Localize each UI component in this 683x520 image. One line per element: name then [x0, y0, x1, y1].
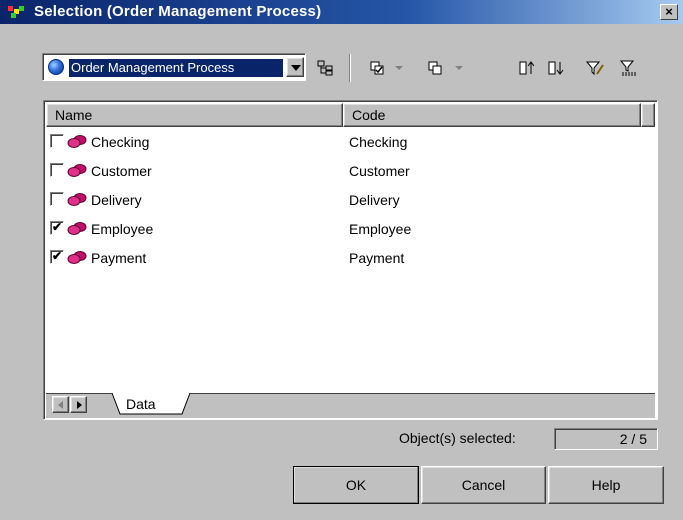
model-combo[interactable]: Order Management Process: [42, 53, 306, 81]
deselect-all-icon: [428, 61, 442, 75]
column-header-code[interactable]: Code: [343, 103, 641, 127]
arrow-left-icon: [58, 401, 63, 409]
list-item[interactable]: Customer Customer: [46, 157, 655, 186]
deselect-all-button[interactable]: [424, 58, 446, 78]
window-title: Selection (Order Management Process): [34, 3, 322, 20]
move-bottom-button[interactable]: [545, 58, 567, 78]
list-item[interactable]: ✔ Employee Employee: [46, 215, 655, 244]
arrow-right-icon: [77, 401, 82, 409]
checkmark-icon: ✔: [51, 220, 63, 234]
row-code: Checking: [349, 134, 408, 150]
row-name: Customer: [91, 163, 152, 179]
move-top-icon: [519, 61, 535, 75]
selected-count-value: 2 / 5: [554, 428, 658, 450]
select-all-icon: [370, 61, 384, 75]
row-checkbox[interactable]: [50, 134, 64, 148]
entity-icon: [67, 251, 87, 264]
row-checkbox[interactable]: [50, 163, 64, 177]
title-bar: Selection (Order Management Process) ×: [0, 0, 683, 24]
filter-clear-button[interactable]: [618, 58, 640, 78]
list-header: Name Code: [46, 103, 655, 127]
row-code: Employee: [349, 221, 412, 237]
chevron-down-icon[interactable]: [286, 57, 304, 77]
tab-scroll-right-button[interactable]: [70, 396, 87, 413]
row-name: Delivery: [91, 192, 142, 208]
column-header-filler: [641, 103, 655, 127]
chevron-down-icon[interactable]: [395, 66, 403, 70]
tab-data-label: Data: [126, 396, 156, 412]
close-button[interactable]: ×: [660, 4, 678, 20]
hierarchy-icon: [317, 60, 333, 76]
filter-clear-icon: [619, 60, 636, 76]
entity-icon: [67, 193, 87, 206]
select-all-button[interactable]: [366, 58, 388, 78]
move-top-button[interactable]: [516, 58, 538, 78]
app-icon: [8, 6, 24, 18]
list-rows: Checking Checking Customer Customer Deli…: [46, 128, 655, 273]
help-button[interactable]: Help: [548, 466, 664, 504]
filter-edit-button[interactable]: [584, 58, 606, 78]
filter-edit-icon: [585, 61, 604, 76]
row-code: Payment: [349, 250, 405, 266]
cancel-button[interactable]: Cancel: [421, 466, 546, 504]
row-name: Employee: [91, 221, 154, 237]
selected-count-label: Object(s) selected:: [399, 430, 516, 446]
entity-icon: [67, 222, 87, 235]
list-item[interactable]: Delivery Delivery: [46, 186, 655, 215]
row-checkbox[interactable]: [50, 192, 64, 206]
move-bottom-icon: [548, 61, 564, 75]
row-name: Checking: [91, 134, 150, 150]
hierarchy-button[interactable]: [314, 58, 336, 78]
list-item[interactable]: ✔ Payment Payment: [46, 244, 655, 273]
row-name: Payment: [91, 250, 147, 266]
row-checkbox[interactable]: ✔: [50, 221, 64, 235]
column-header-name[interactable]: Name: [46, 103, 343, 127]
checkmark-icon: ✔: [51, 249, 63, 263]
globe-icon: [48, 59, 64, 75]
row-code: Customer: [349, 163, 410, 179]
list-item[interactable]: Checking Checking: [46, 128, 655, 157]
entity-icon: [67, 135, 87, 148]
entity-icon: [67, 164, 87, 177]
close-icon: ×: [665, 4, 673, 19]
model-combo-value: Order Management Process: [69, 59, 283, 77]
row-checkbox[interactable]: ✔: [50, 250, 64, 264]
tab-strip: Data: [46, 392, 655, 418]
tab-scroll-left-button[interactable]: [52, 396, 69, 413]
toolbar-separator: [349, 54, 351, 82]
ok-button[interactable]: OK: [293, 466, 419, 504]
chevron-down-icon[interactable]: [455, 66, 463, 70]
object-list: Name Code Checking Checking Customer Cus…: [43, 100, 658, 420]
row-code: Delivery: [349, 192, 400, 208]
